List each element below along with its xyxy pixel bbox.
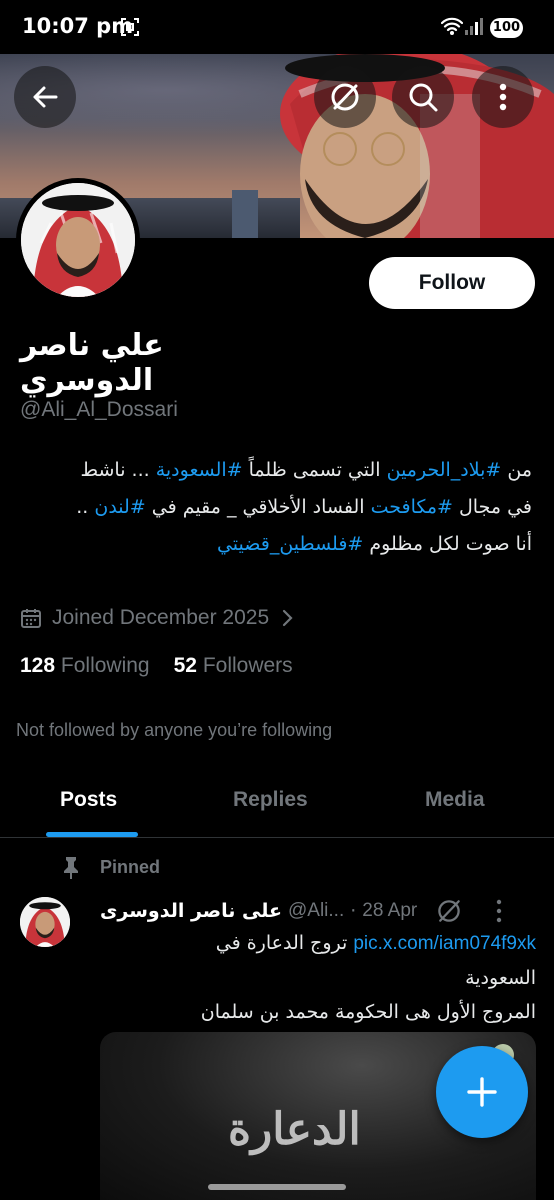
bio-text: من (501, 459, 532, 481)
media-link[interactable]: pic.x.com/iam074f9xk (353, 933, 536, 954)
grok-button[interactable] (314, 66, 376, 128)
following-link[interactable]: 128 Following (20, 654, 150, 677)
slash-circle-icon[interactable] (435, 897, 463, 925)
arrow-left-icon (33, 86, 58, 108)
joined-label: Joined December 2025 (52, 606, 270, 629)
follow-button[interactable]: Follow (369, 257, 535, 309)
pinned-label: Pinned (100, 856, 161, 877)
slash-circle-icon (331, 83, 359, 111)
post-text-line: السعودية (100, 961, 536, 995)
post-text-line: pic.x.com/iam074f9xk تروج الدعارة في (100, 926, 536, 961)
bio-line: في مجال #مكافحت الفساد الأخلاقي _ مقيم ف… (20, 489, 532, 526)
post-text-segment: السعودية (465, 967, 536, 989)
battery-indicator: 100 (490, 18, 523, 38)
post-author-name[interactable]: على ناصر الدوسرى (100, 900, 282, 922)
pin-icon (64, 857, 78, 879)
screenshot-icon (120, 17, 140, 41)
post-author-handle[interactable]: @Ali... (288, 900, 344, 922)
back-button[interactable] (14, 66, 76, 128)
post-more-icon[interactable] (495, 898, 503, 924)
home-indicator (208, 1184, 346, 1190)
bio-line: من #بلاد_الحرمين التي تسمى ظلماً #السعود… (20, 452, 532, 489)
bio-text: في مجال (452, 496, 532, 518)
post-author-avatar[interactable] (20, 897, 70, 947)
hashtag-link[interactable]: #السعودية (156, 459, 243, 481)
avatar-image (20, 897, 70, 947)
status-time: 10:07 pm (22, 14, 134, 38)
separator-dot: · (350, 900, 357, 922)
more-vertical-icon (499, 83, 507, 111)
profile-bio: من #بلاد_الحرمين التي تسمى ظلماً #السعود… (20, 452, 532, 563)
more-button[interactable] (472, 66, 534, 128)
plus-icon (467, 1077, 497, 1107)
tab-media[interactable]: Media (425, 788, 485, 812)
active-tab-indicator (46, 832, 138, 837)
tab-replies[interactable]: Replies (233, 788, 308, 812)
search-icon (409, 83, 438, 112)
post-text: pic.x.com/iam074f9xk تروج الدعارة في السع… (100, 926, 536, 1029)
followers-link[interactable]: 52 Followers (174, 654, 293, 677)
hashtag-link[interactable]: #بلاد_الحرمين (387, 459, 502, 481)
follow-counts: 128 Following 52 Followers (20, 654, 293, 678)
post-text-line: المروج الأول هى الحكومة محمد بن سلمان (100, 995, 536, 1029)
hashtag-link[interactable]: #مكافحت (371, 496, 453, 518)
profile-avatar[interactable] (16, 178, 140, 302)
bio-text: ... ناشط (80, 459, 156, 481)
not-followed-note: Not followed by anyone you’re following (16, 720, 333, 740)
hashtag-link[interactable]: #لندن (94, 496, 145, 518)
avatar-image (21, 183, 135, 297)
post-text-segment: المروج الأول هى الحكومة محمد بن سلمان (200, 1001, 536, 1023)
calendar-icon (21, 609, 41, 628)
profile-tabs: Posts Replies Media (0, 768, 554, 838)
followers-label: Followers (202, 654, 293, 677)
post-header: على ناصر الدوسرى @Ali... · 28 Apr (100, 896, 530, 926)
hashtag-link[interactable]: #فلسطين_قضيتي (217, 533, 363, 555)
joined-date[interactable]: Joined December 2025 (20, 602, 295, 634)
bio-text: أنا صوت لكل مظلوم (363, 533, 532, 555)
post-text-segment: تروج الدعارة في (215, 932, 354, 954)
chevron-right-icon (283, 609, 293, 627)
compose-button[interactable] (436, 1046, 528, 1138)
pinned-indicator: Pinned (60, 855, 160, 879)
followers-count: 52 (173, 654, 197, 677)
following-label: Following (60, 654, 150, 677)
search-button[interactable] (392, 66, 454, 128)
status-bar: 10:07 pm 100 (0, 0, 554, 54)
bio-text: التي تسمى ظلماً (242, 459, 387, 481)
bio-line: أنا صوت لكل مظلوم #فلسطين_قضيتي (20, 526, 532, 563)
following-count: 128 (20, 654, 56, 677)
bio-text: .. (76, 496, 95, 518)
profile-handle: @Ali_Al_Dossari (20, 398, 178, 421)
profile-name: علي ناصر الدوسري (20, 328, 164, 398)
media-title: الدعارة (228, 1104, 361, 1155)
tab-posts[interactable]: Posts (60, 788, 117, 812)
post-date[interactable]: 28 Apr (362, 900, 417, 922)
signal-icon (464, 18, 484, 40)
bio-text: الفساد الأخلاقي _ مقيم في (145, 496, 371, 518)
wifi-icon (440, 16, 464, 40)
